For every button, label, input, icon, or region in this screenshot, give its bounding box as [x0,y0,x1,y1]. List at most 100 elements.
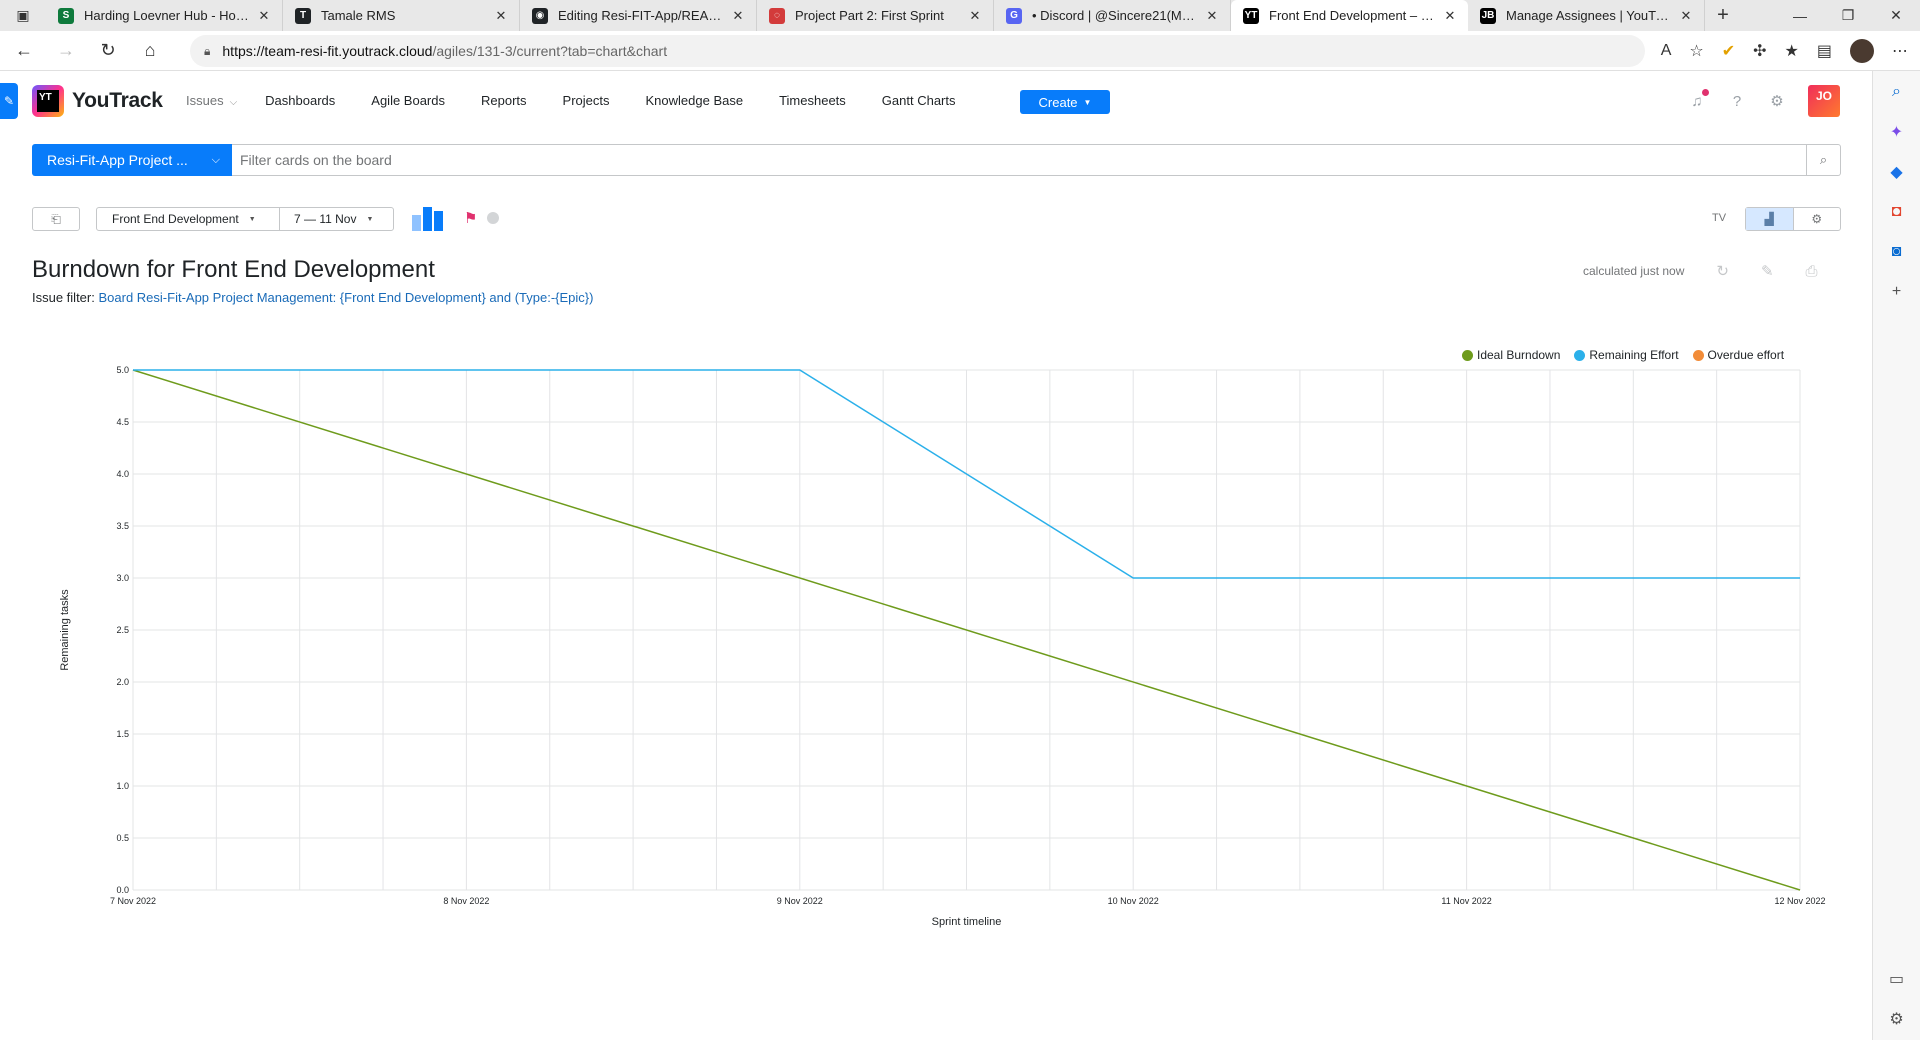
sidebar-toggle-icon[interactable]: ▭ [1886,968,1908,990]
notifications-bell-icon[interactable]: ♫ [1688,89,1709,110]
youtrack-logo[interactable]: YT YouTrack [32,85,163,117]
tab-actions-icon[interactable]: ▣ [0,0,46,31]
tab-favicon-icon: YT [1243,7,1259,24]
favorite-add-icon[interactable]: ☆ [1689,41,1703,61]
shopping-icon[interactable]: ◆ [1886,161,1908,183]
url-field[interactable]: 🔒︎ https://team-resi-fit.youtrack.cloud /… [190,35,1645,67]
url-path: /agiles/131-3/current?tab=chart&chart [432,43,668,59]
help-icon[interactable]: ? [1728,92,1746,110]
forward-icon[interactable]: → [48,33,84,69]
user-avatar[interactable]: JO [1808,85,1840,117]
back-icon[interactable]: ← [6,33,42,69]
tab-title: • Discord | @Sincere21(M. Wall) [1032,8,1198,23]
create-button[interactable]: Create ▼ [1020,90,1110,114]
browser-tab[interactable]: ◉ Editing Resi-FIT-App/README.m ✕ [520,0,757,31]
collections-icon[interactable]: ▤ [1817,41,1832,61]
tab-close-icon[interactable]: ✕ [1678,8,1694,24]
board-chart-icon[interactable] [412,207,448,231]
issue-filter-link[interactable]: Board Resi-Fit-App Project Management: {… [98,290,593,305]
chevron-down-icon[interactable]: ⌵ [230,97,238,108]
nav-dashboards[interactable]: Dashboards [265,93,335,108]
search-icon[interactable]: ⌕ [1886,81,1908,103]
issue-filter-label: Issue filter: [32,290,95,305]
browser-tab[interactable]: ◌ Project Part 2: First Sprint ✕ [757,0,994,31]
read-aloud-icon[interactable]: A [1661,42,1672,60]
caret-down-icon: ▼ [1083,97,1092,107]
browser-tab[interactable]: YT Front End Development – Resi-F ✕ [1231,0,1468,31]
chevron-down-icon: ⌵ [211,153,220,166]
x-tick-label: 7 Nov 2022 [110,896,156,906]
extension-check-icon[interactable]: ✔ [1722,41,1735,61]
copilot-icon[interactable]: ✦ [1886,121,1908,143]
legend-label: Overdue effort [1707,348,1785,362]
add-icon[interactable]: + [1886,281,1908,303]
outlook-icon[interactable]: ◙ [1886,241,1908,263]
board-settings-icon[interactable]: ⚙ [1794,208,1841,230]
tab-close-icon[interactable]: ✕ [256,8,272,24]
nav-projects[interactable]: Projects [563,93,610,108]
legend-item[interactable]: Overdue effort [1692,348,1785,362]
y-tick-label: 0.5 [116,833,129,843]
nav-issues[interactable]: Issues ⌵ [186,93,237,108]
url-host: https://team-resi-fit.youtrack.cloud [222,43,433,59]
sprint-dates-selector[interactable]: 7 — 11 Nov ▼ [279,207,394,231]
browser-tab[interactable]: JB Manage Assignees | YouTrack Se ✕ [1468,0,1705,31]
refresh-icon[interactable]: ↻ [1716,262,1729,280]
more-icon[interactable]: ⋯ [1892,41,1908,61]
nav-reports[interactable]: Reports [481,93,527,108]
settings-icon[interactable]: ⚙ [1886,1008,1908,1030]
close-window-icon[interactable]: ✕ [1872,0,1920,31]
y-tick-label: 4.0 [116,469,129,479]
tab-close-icon[interactable]: ✕ [967,8,983,24]
tv-mode-button[interactable]: TV [1712,212,1726,224]
minimize-icon[interactable]: — [1776,0,1824,31]
refresh-icon[interactable]: ↻ [90,33,126,69]
restore-icon[interactable]: ❐ [1824,0,1872,31]
new-tab-button[interactable]: + [1705,0,1741,31]
browser-tab[interactable]: T Tamale RMS ✕ [283,0,520,31]
legend-label: Remaining Effort [1589,348,1679,362]
tab-close-icon[interactable]: ✕ [730,8,746,24]
header-actions: ♫ ? ⚙ JO [1688,85,1840,117]
legend-item[interactable]: Remaining Effort [1574,348,1679,362]
y-tick-label: 3.0 [116,573,129,583]
extensions-icon[interactable]: ✣ [1753,41,1766,61]
youtrack-logo-icon: YT [32,85,64,117]
address-bar: ← → ↻ ⌂ 🔒︎ https://team-resi-fit.youtrac… [0,31,1920,71]
filter-cards-input[interactable] [232,144,1807,176]
project-selector-button[interactable]: Resi-Fit-App Project ... ⌵ [32,144,232,176]
browser-tab[interactable]: S Harding Loevner Hub - Home ✕ [46,0,283,31]
inbox-icon[interactable]: ⎗ [32,207,80,231]
admin-gear-icon[interactable]: ⚙ [1768,92,1786,110]
profile-avatar[interactable] [1850,39,1874,63]
y-tick-label: 1.0 [116,781,129,791]
browser-tab[interactable]: G • Discord | @Sincere21(M. Wall) ✕ [994,0,1231,31]
y-tick-label: 3.5 [116,521,129,531]
y-tick-label: 4.5 [116,417,129,427]
chart-view-icon[interactable]: ▟ [1746,208,1794,230]
favorites-icon[interactable]: ★ [1785,41,1799,61]
nav-agile-boards[interactable]: Agile Boards [371,93,445,108]
office-icon[interactable]: ◘ [1886,201,1908,223]
home-icon[interactable]: ⌂ [132,33,168,69]
tab-close-icon[interactable]: ✕ [493,8,509,24]
checkered-flag-icon[interactable]: ⚑ [464,209,477,227]
tab-favicon-icon: JB [1480,7,1496,24]
x-tick-label: 11 Nov 2022 [1441,896,1491,906]
tab-favicon-icon: T [295,7,311,24]
edit-pencil-icon[interactable]: ✎ [1761,262,1774,280]
sprint-selector[interactable]: Front End Development ▼ [96,207,280,231]
nav-knowledge-base[interactable]: Knowledge Base [646,93,744,108]
nav-timesheets[interactable]: Timesheets [779,93,846,108]
tab-close-icon[interactable]: ✕ [1442,8,1458,24]
tab-title: Editing Resi-FIT-App/README.m [558,8,724,23]
legend-swatch [1692,349,1704,361]
nav-gantt-charts[interactable]: Gantt Charts [882,93,956,108]
search-icon[interactable]: ⌕ [1807,144,1841,176]
print-icon[interactable]: ⎙ [1806,263,1818,280]
window-controls: — ❐ ✕ [1776,0,1920,31]
legend-item[interactable]: Ideal Burndown [1462,348,1560,362]
tab-close-icon[interactable]: ✕ [1204,8,1220,24]
board-toolbar: ⎗ Front End Development ▼ 7 — 11 Nov ▼ ⚑ T… [32,207,1841,233]
tab-strip: S Harding Loevner Hub - Home ✕ T Tamale RMS ✕… [46,0,1705,31]
